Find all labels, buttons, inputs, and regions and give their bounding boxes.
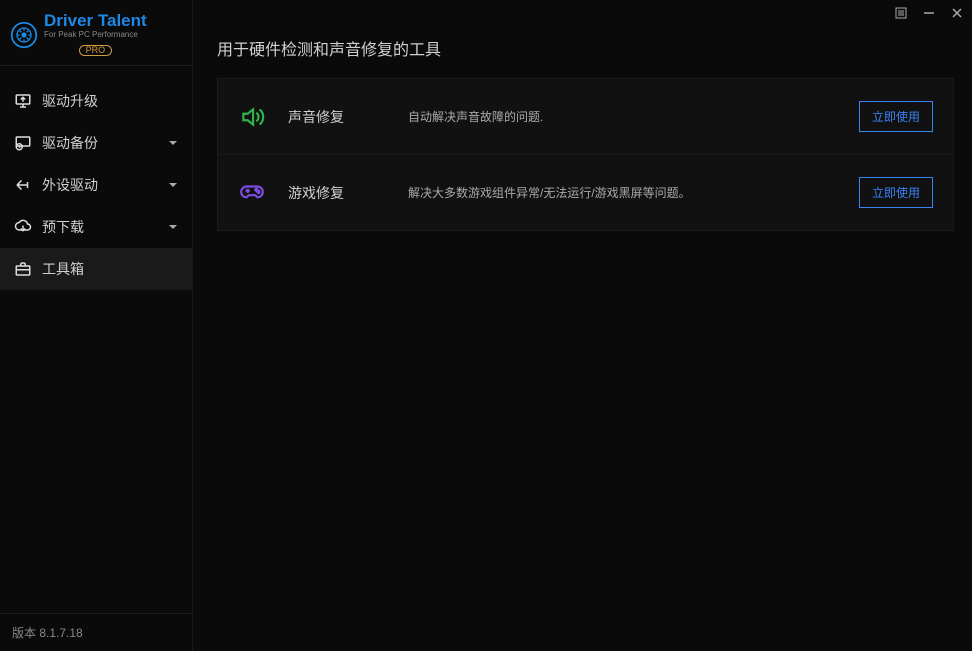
sidebar-item-driver-upgrade[interactable]: 驱动升级 [0,80,192,122]
main-area: 用于硬件检测和声音修复的工具 声音修复 自动解决声音故障的问题. 立即使用 游戏… [193,0,972,651]
sidebar-item-label: 工具箱 [42,259,84,279]
monitor-up-icon [14,92,32,110]
usb-icon [14,176,32,194]
sidebar-item-label: 驱动备份 [42,133,98,153]
sidebar: Driver Talent For Peak PC Performance PR… [0,0,193,651]
tool-name: 游戏修复 [288,183,408,203]
tool-desc: 解决大多数游戏组件异常/无法运行/游戏黑屏等问题。 [408,184,859,201]
sidebar-item-toolbox[interactable]: 工具箱 [0,248,192,290]
tool-row-sound-fix: 声音修复 自动解决声音故障的问题. 立即使用 [218,79,953,155]
cloud-download-icon [14,218,32,236]
nav-menu: 驱动升级 驱动备份 外设驱动 预下载 [0,66,192,613]
sidebar-item-peripheral-driver[interactable]: 外设驱动 [0,164,192,206]
sidebar-item-label: 预下载 [42,217,84,237]
minimize-icon[interactable] [922,6,936,20]
speaker-icon [238,103,266,131]
use-now-button[interactable]: 立即使用 [859,101,933,132]
pro-badge: PRO [79,45,113,56]
gear-logo-icon [10,21,38,49]
sidebar-item-driver-backup[interactable]: 驱动备份 [0,122,192,164]
sidebar-item-predownload[interactable]: 预下载 [0,206,192,248]
tool-list: 声音修复 自动解决声音故障的问题. 立即使用 游戏修复 解决大多数游戏组件异常/… [217,78,954,231]
toolbox-icon [14,260,32,278]
menu-icon[interactable] [894,6,908,20]
app-logo: Driver Talent For Peak PC Performance PR… [0,0,192,66]
close-icon[interactable] [950,6,964,20]
chevron-down-icon [168,177,178,193]
version-text: 版本 8.1.7.18 [12,626,83,640]
tool-desc: 自动解决声音故障的问题. [408,108,859,125]
chevron-down-icon [168,219,178,235]
logo-subtitle: For Peak PC Performance [44,31,147,39]
use-now-button[interactable]: 立即使用 [859,177,933,208]
sidebar-item-label: 外设驱动 [42,175,98,195]
monitor-clock-icon [14,134,32,152]
gamepad-icon [238,179,266,207]
logo-title: Driver Talent [44,12,147,29]
sidebar-item-label: 驱动升级 [42,91,98,111]
chevron-down-icon [168,135,178,151]
page-title: 用于硬件检测和声音修复的工具 [217,26,954,78]
tool-name: 声音修复 [288,107,408,127]
window-titlebar [193,0,972,26]
tool-row-game-fix: 游戏修复 解决大多数游戏组件异常/无法运行/游戏黑屏等问题。 立即使用 [218,155,953,230]
version-footer: 版本 8.1.7.18 [0,613,192,651]
